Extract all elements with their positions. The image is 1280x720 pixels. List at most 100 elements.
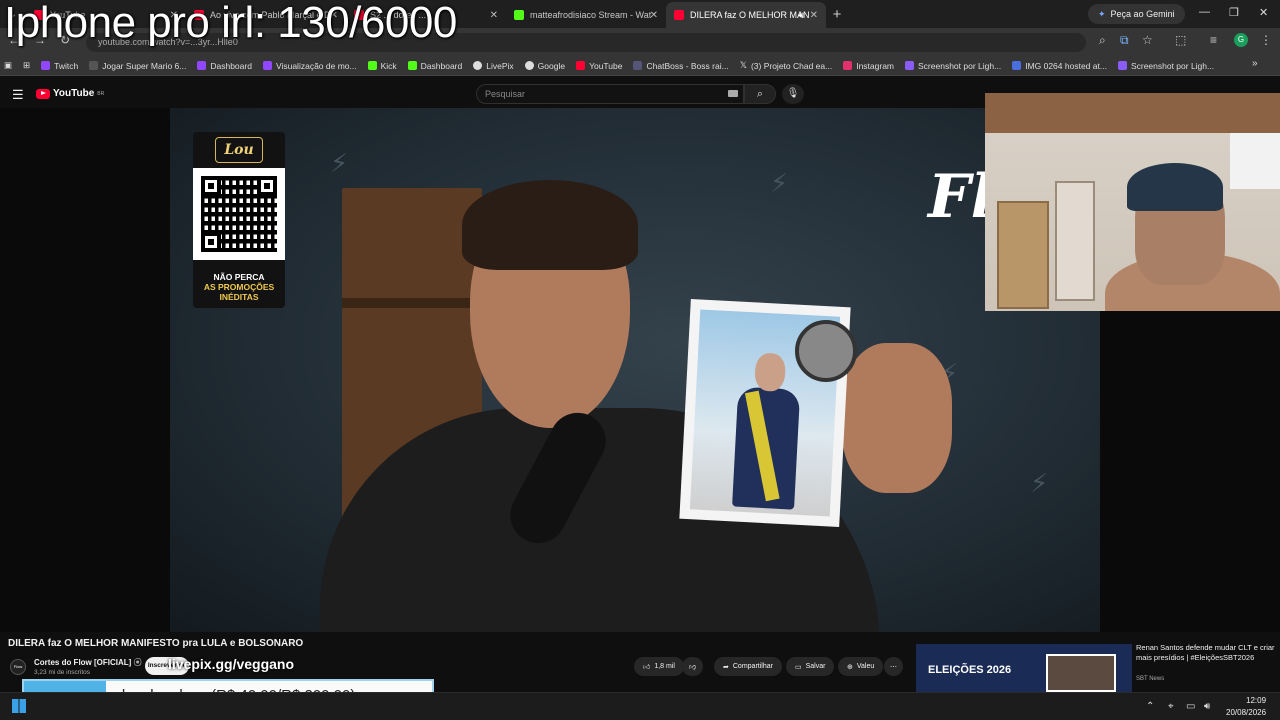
feather-icon bbox=[1117, 61, 1127, 70]
channel-avatar[interactable]: Flow bbox=[10, 659, 26, 675]
thanks-label: Valeu bbox=[856, 663, 875, 670]
tray-overflow-icon[interactable]: ⌃ bbox=[1146, 701, 1154, 712]
save-button[interactable]: ▭ Salvar bbox=[786, 657, 835, 676]
shelf-board bbox=[342, 298, 482, 308]
host-hand bbox=[842, 343, 952, 493]
suggested-video-thumbnail[interactable]: ELEIÇÕES 2026 bbox=[916, 644, 1132, 692]
bookmark-instagram[interactable]: Instagram bbox=[843, 61, 894, 71]
search-input[interactable]: Pesquisar bbox=[476, 84, 744, 104]
minimize-icon[interactable]: — bbox=[1199, 6, 1210, 18]
bookmark-lightshot-1[interactable]: Screenshot por Ligh... bbox=[905, 61, 1001, 71]
bookmarks-overflow-icon[interactable]: » bbox=[1252, 58, 1258, 69]
sidebar-icon[interactable]: ▣ bbox=[4, 60, 12, 71]
bookmark-chatboss[interactable]: ChatBoss - Boss rai... bbox=[633, 60, 729, 71]
bookmark-label: ChatBoss - Boss rai... bbox=[646, 60, 729, 71]
apps-grid-icon[interactable]: ⊞ bbox=[23, 60, 30, 71]
network-icon[interactable]: ▭ bbox=[1186, 701, 1195, 712]
youtube-logo-text: YouTube bbox=[53, 88, 95, 99]
new-tab-button[interactable]: + bbox=[826, 6, 848, 23]
volume-icon[interactable]: 🔊︎ bbox=[1204, 701, 1210, 712]
install-app-icon[interactable]: ⧉ bbox=[1120, 33, 1129, 48]
tab-label: matteafrodisiaco Stream - Wat bbox=[530, 10, 652, 20]
qr-finder bbox=[257, 176, 277, 196]
search-button[interactable]: ⌕ bbox=[744, 84, 776, 104]
save-icon: ▭ bbox=[795, 663, 802, 671]
profile-avatar[interactable]: G bbox=[1234, 33, 1248, 47]
livepix-icon bbox=[473, 61, 483, 70]
kick-icon bbox=[514, 10, 524, 20]
close-window-icon[interactable]: ✕ bbox=[1259, 6, 1268, 19]
windows-taskbar: ⌃ ⌖ ▭ 🔊︎ 12:09 20/08/2026 bbox=[0, 692, 1280, 720]
suggested-video-title[interactable]: Renan Santos defende mudar CLT e criar m… bbox=[1136, 643, 1276, 663]
feather-icon bbox=[905, 61, 915, 70]
bookmark-dashboard-twitch[interactable]: Dashboard bbox=[197, 61, 252, 71]
close-icon[interactable]: ✕ bbox=[810, 10, 818, 21]
extensions-icon[interactable]: ⬚ bbox=[1175, 33, 1186, 47]
youtube-logo[interactable]: YouTube BR bbox=[36, 88, 104, 99]
bookmark-twitch[interactable]: Twitch bbox=[41, 61, 78, 71]
dislike-button[interactable]: 👎︎ bbox=[682, 657, 704, 676]
tab-dilera-active[interactable]: DILERA faz O MELHOR MAN 🔊︎ ✕ bbox=[666, 2, 826, 28]
close-icon[interactable]: ✕ bbox=[650, 10, 658, 21]
bookmark-visualizacao[interactable]: Visualização de mo... bbox=[262, 60, 357, 71]
bookmark-livepix[interactable]: LivePix bbox=[473, 61, 514, 71]
clock-date: 20/08/2026 bbox=[1226, 708, 1267, 717]
channel-name-text: Cortes do Flow [OFICIAL] bbox=[34, 658, 132, 667]
gemini-label: Peça ao Gemini bbox=[1110, 9, 1175, 19]
bookmark-label: Jogar Super Mario 6... bbox=[102, 60, 187, 71]
close-icon[interactable]: ✕ bbox=[490, 10, 498, 21]
thumbs-up-icon: 👍︎ bbox=[643, 664, 651, 671]
thanks-button[interactable]: ⊕ Valeu bbox=[838, 657, 884, 676]
channel-subscribers: 3,23 mi de inscritos bbox=[34, 669, 90, 676]
gemini-icon: ✦ bbox=[1098, 8, 1106, 19]
windows-start-icon[interactable] bbox=[12, 699, 26, 713]
bookmark-mario[interactable]: Jogar Super Mario 6... bbox=[89, 61, 186, 71]
media-controls-icon[interactable]: ≡ bbox=[1210, 33, 1217, 47]
tab-kick-stream[interactable]: matteafrodisiaco Stream - Wat ✕ bbox=[506, 2, 666, 28]
bookmark-label: Visualização de mo... bbox=[275, 60, 357, 71]
like-button[interactable]: 👍︎ 1,8 mil bbox=[634, 657, 684, 676]
more-menu-icon[interactable]: ⋮ bbox=[1260, 33, 1272, 47]
bookmark-lightshot-2[interactable]: Screenshot por Ligh... bbox=[1117, 60, 1215, 71]
bookmark-youtube[interactable]: YouTube bbox=[576, 61, 622, 71]
twitch-icon bbox=[41, 61, 51, 70]
share-button[interactable]: ➦ Compartilhar bbox=[714, 657, 782, 676]
channel-name[interactable]: Cortes do Flow [OFICIAL] ⦿ bbox=[34, 657, 142, 668]
webcam-person-cap bbox=[1127, 163, 1223, 211]
youtube-play-icon bbox=[36, 88, 50, 99]
photo-face bbox=[754, 352, 787, 392]
hamburger-menu-icon[interactable]: ☰ bbox=[12, 87, 24, 103]
instagram-icon bbox=[843, 61, 853, 70]
bookmark-img-hosted[interactable]: IMG 0264 hosted at... bbox=[1012, 61, 1107, 71]
system-clock[interactable]: 12:09 20/08/2026 bbox=[1226, 695, 1266, 719]
keyboard-icon[interactable] bbox=[728, 90, 738, 97]
youtube-icon bbox=[674, 10, 684, 20]
video-title: DILERA faz O MELHOR MANIFESTO pra LULA e… bbox=[8, 638, 304, 649]
sponsor-text: NÃO PERCA AS PROMOÇÕES INÉDITAS bbox=[193, 272, 285, 302]
speaker-icon[interactable]: 🔊︎ bbox=[798, 10, 804, 21]
share-icon: ➦ bbox=[723, 663, 729, 671]
zoom-icon[interactable]: ⌕ bbox=[1099, 33, 1106, 48]
bookmark-label: Screenshot por Ligh... bbox=[1130, 60, 1215, 71]
image-icon bbox=[1012, 61, 1022, 70]
like-count: 1,8 mil bbox=[654, 663, 675, 670]
bookmark-dashboard-kick[interactable]: Dashboard bbox=[407, 60, 463, 71]
voice-search-button[interactable]: 🎙︎ bbox=[782, 84, 804, 104]
restore-icon[interactable]: ❐ bbox=[1229, 6, 1239, 19]
suggested-video-channel[interactable]: SBT News bbox=[1136, 676, 1164, 682]
bookmark-x[interactable]: 𝕏 (3) Projeto Chad ea... bbox=[740, 60, 833, 71]
webcam-ceiling bbox=[985, 93, 1280, 133]
gemini-button[interactable]: ✦ Peça ao Gemini bbox=[1088, 4, 1185, 24]
sponsor-text-line: INÉDITAS bbox=[219, 292, 259, 302]
sponsor-text-line: AS PROMOÇÕES bbox=[203, 282, 275, 292]
save-label: Salvar bbox=[805, 663, 826, 670]
bookmark-label: Dashboard bbox=[420, 60, 463, 71]
sponsor-logo: Lou bbox=[215, 137, 263, 163]
location-icon[interactable]: ⌖ bbox=[1168, 701, 1174, 712]
bookmark-google[interactable]: Google bbox=[524, 61, 565, 71]
bookmark-kick[interactable]: Kick bbox=[367, 61, 397, 71]
stream-goal-title: Iphone pro irl: 130/6000 bbox=[4, 0, 457, 47]
search-icon: ⌕ bbox=[756, 88, 764, 100]
more-actions-button[interactable]: ⋯ bbox=[884, 657, 903, 676]
bookmark-star-icon[interactable]: ☆ bbox=[1142, 33, 1153, 47]
